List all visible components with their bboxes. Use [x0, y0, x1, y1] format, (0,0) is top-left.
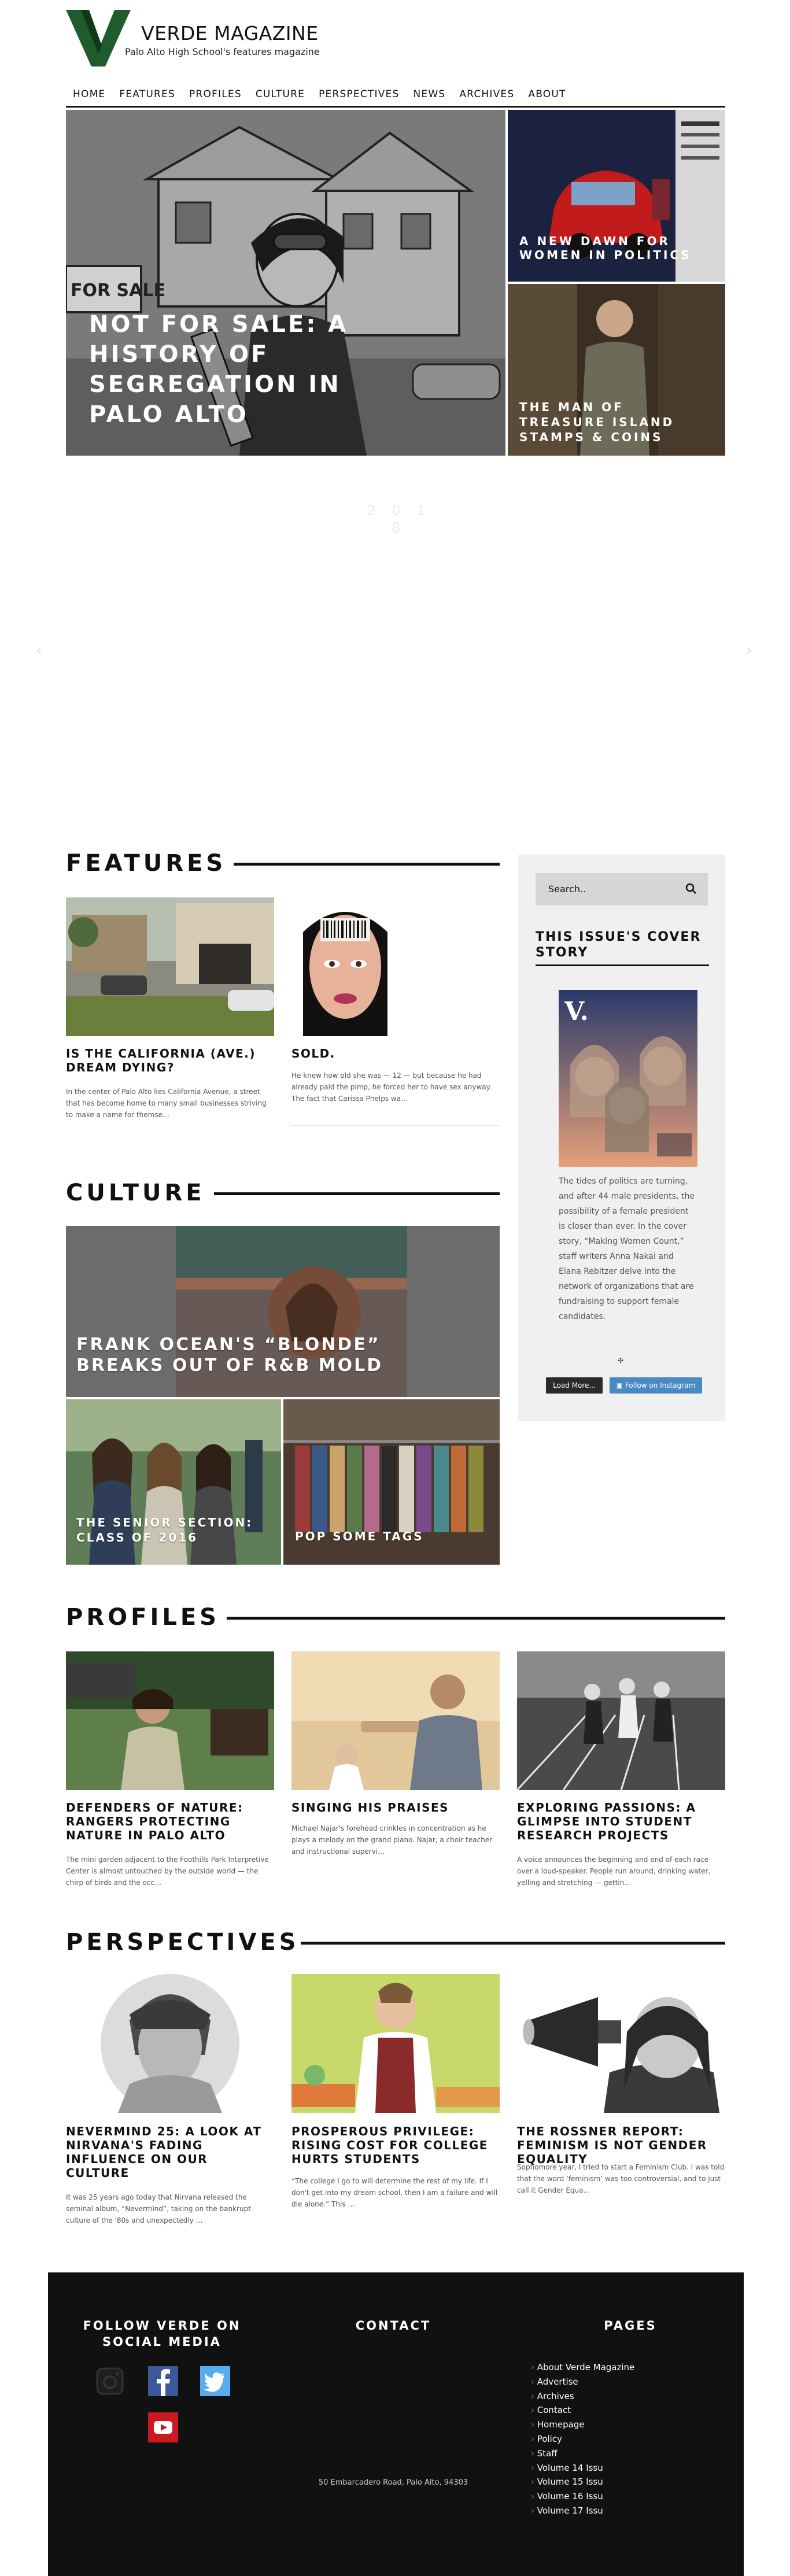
perspectives-card-2-image[interactable] [291, 1974, 500, 2113]
footer-pages-list: › About Verde Magazine › Advertise › Arc… [531, 2360, 681, 2518]
slider-dots[interactable]: 2 0 1 8 [359, 502, 440, 537]
perspectives-card-3-image[interactable] [517, 1974, 725, 2113]
footer-pages-heading: PAGES [604, 2319, 657, 2333]
features-card-1-excerpt: In the center of Palo Alto lies Californ… [66, 1088, 267, 1119]
footer-page-link[interactable]: › About Verde Magazine [531, 2360, 681, 2375]
profiles-card-1-title[interactable]: DEFENDERS OF NATURE: RANGERS PROTECTING … [66, 1801, 274, 1842]
features-card-2-title[interactable]: SOLD. [291, 1047, 500, 1060]
features-card-2-image[interactable] [291, 897, 399, 1036]
culture-divider [214, 1192, 500, 1195]
footer-page-link[interactable]: › Archives [531, 2389, 681, 2404]
cover-story-heading[interactable]: THIS ISSUE'S COVER STORY [536, 929, 709, 960]
site-tagline: Palo Alto High School's features magazin… [125, 46, 320, 57]
profiles-divider [227, 1617, 725, 1620]
follow-instagram-label: Follow on Instagram [625, 1381, 696, 1389]
culture-small-story-2[interactable]: POP SOME TAGS [283, 1399, 500, 1565]
profiles-card-3-excerpt: A voice announces the beginning and end … [517, 1856, 711, 1887]
features-divider [234, 863, 500, 866]
loading-spinner-icon: ✣ [618, 1357, 624, 1365]
perspectives-card-1-excerpt: It was 25 years ago today that Nirvana r… [66, 2193, 251, 2224]
hero-side-story-1[interactable]: A NEW DAWN FOR WOMEN IN POLITICS [508, 110, 725, 282]
site-title[interactable]: VERDE MAGAZINE [141, 22, 319, 45]
main-nav: HOME FEATURES PROFILES CULTURE PERSPECTI… [66, 82, 725, 108]
footer-page-link[interactable]: › Contact [531, 2403, 681, 2418]
culture-big-story[interactable]: FRANK OCEAN'S “BLONDE” BREAKS OUT OF R&B… [66, 1226, 500, 1397]
features-card-divider [291, 1125, 500, 1126]
footer-address: 50 Embarcadero Road, Palo Alto, 94303 [318, 2478, 468, 2487]
features-card-1-image[interactable] [66, 897, 274, 1036]
sign-text: FOR SALE [71, 280, 165, 301]
footer-page-link[interactable]: › Volume 17 Issu [531, 2504, 681, 2518]
site-logo[interactable] [66, 10, 131, 66]
footer-page-link[interactable]: › Policy [531, 2432, 681, 2446]
footer-page-link[interactable]: › Advertise [531, 2375, 681, 2389]
profiles-card-1-image[interactable] [66, 1651, 274, 1790]
perspectives-divider [301, 1942, 725, 1945]
culture-small-story-1[interactable]: THE SENIOR SECTION: CLASS OF 2016 [66, 1399, 281, 1565]
slider-next-arrow[interactable]: › [746, 642, 752, 659]
load-more-button[interactable]: Load More... [546, 1377, 603, 1394]
profiles-card-2-image[interactable] [291, 1651, 500, 1790]
profiles-card-2-title[interactable]: SINGING HIS PRAISES [291, 1801, 500, 1814]
cover-v-letter: V. [564, 997, 589, 1026]
nav-about[interactable]: ABOUT [528, 88, 566, 100]
features-heading[interactable]: FEATURES [66, 850, 226, 877]
instagram-small-icon: ▣ [616, 1381, 625, 1389]
footer-page-link[interactable]: › Homepage [531, 2418, 681, 2432]
follow-instagram-button[interactable]: ▣ Follow on Instagram [610, 1377, 702, 1394]
profiles-card-3-title[interactable]: EXPLORING PASSIONS: A GLIMPSE INTO STUDE… [517, 1801, 725, 1842]
profiles-heading[interactable]: PROFILES [66, 1604, 220, 1631]
search-icon[interactable] [685, 882, 697, 895]
footer-contact-heading: CONTACT [355, 2319, 431, 2333]
hero-main-title[interactable]: NOT FOR SALE: A HISTORY OF SEGREGATION I… [89, 309, 390, 430]
instagram-icon[interactable] [95, 2366, 125, 2396]
nav-news[interactable]: NEWS [413, 88, 445, 100]
profiles-card-2-excerpt: Michael Najar's forehead crinkles in con… [291, 1824, 493, 1856]
culture-heading[interactable]: CULTURE [66, 1180, 205, 1206]
nav-profiles[interactable]: PROFILES [189, 88, 242, 100]
perspectives-card-3-title[interactable]: THE ROSSNER REPORT: FEMINISM IS NOT GEND… [517, 2124, 725, 2166]
footer-page-link[interactable]: › Staff [531, 2446, 681, 2461]
perspectives-card-2-excerpt: “The college I go to will determine the … [291, 2177, 498, 2208]
footer-page-link[interactable]: › Volume 15 Issu [531, 2475, 681, 2489]
cover-story-divider [536, 964, 709, 966]
hero-side-story-2[interactable]: THE MAN OF TREASURE ISLAND STAMPS & COIN… [508, 284, 725, 456]
youtube-icon[interactable] [148, 2412, 178, 2442]
footer-page-link[interactable]: › Volume 14 Issu [531, 2461, 681, 2475]
hero-side-title-2[interactable]: THE MAN OF TREASURE ISLAND STAMPS & COIN… [519, 400, 710, 445]
nav-archives[interactable]: ARCHIVES [459, 88, 514, 100]
cover-story-image[interactable]: V. [559, 990, 697, 1167]
hero-main-story[interactable]: FOR SALE NOT FOR SALE: A HISTORY OF SEGR… [66, 110, 505, 456]
facebook-icon[interactable] [148, 2366, 178, 2396]
footer-page-link[interactable]: › Volume 16 Issu [531, 2489, 681, 2504]
perspectives-card-3-excerpt: Sophomore year, I tried to start a Femin… [517, 2163, 725, 2194]
slider-prev-arrow[interactable]: ‹ [36, 642, 42, 659]
perspectives-heading[interactable]: PERSPECTIVES [66, 1929, 300, 1956]
perspectives-card-2-title[interactable]: PROSPEROUS PRIVILEGE: RISING COST FOR CO… [291, 2124, 500, 2166]
nav-perspectives[interactable]: PERSPECTIVES [319, 88, 399, 100]
nav-features[interactable]: FEATURES [119, 88, 175, 100]
twitter-icon[interactable] [200, 2366, 230, 2396]
culture-small-title-1[interactable]: THE SENIOR SECTION: CLASS OF 2016 [76, 1515, 261, 1545]
profiles-card-3-image[interactable] [517, 1651, 725, 1790]
nav-home[interactable]: HOME [73, 88, 105, 100]
footer-social-heading: FOLLOW VERDE ON SOCIAL MEDIA [83, 2319, 241, 2349]
culture-small-title-2[interactable]: POP SOME TAGS [295, 1529, 480, 1544]
hero-side-title-1[interactable]: A NEW DAWN FOR WOMEN IN POLITICS [519, 234, 704, 262]
perspectives-card-1-image[interactable] [66, 1974, 274, 2113]
search-placeholder[interactable]: Search.. [548, 884, 586, 895]
culture-big-title[interactable]: FRANK OCEAN'S “BLONDE” BREAKS OUT OF R&B… [76, 1335, 435, 1376]
perspectives-card-1-title[interactable]: NEVERMIND 25: A LOOK AT NIRVANA'S FADING… [66, 2124, 274, 2180]
features-card-2-excerpt: He knew how old she was — 12 — but becau… [291, 1071, 492, 1103]
profiles-card-1-excerpt: The mini garden adjacent to the Foothill… [66, 1856, 269, 1887]
nav-culture[interactable]: CULTURE [256, 88, 305, 100]
features-card-1-title[interactable]: IS THE CALIFORNIA (AVE.) DREAM DYING? [66, 1047, 274, 1074]
cover-story-text: The tides of politics are turning, and a… [559, 1177, 695, 1321]
